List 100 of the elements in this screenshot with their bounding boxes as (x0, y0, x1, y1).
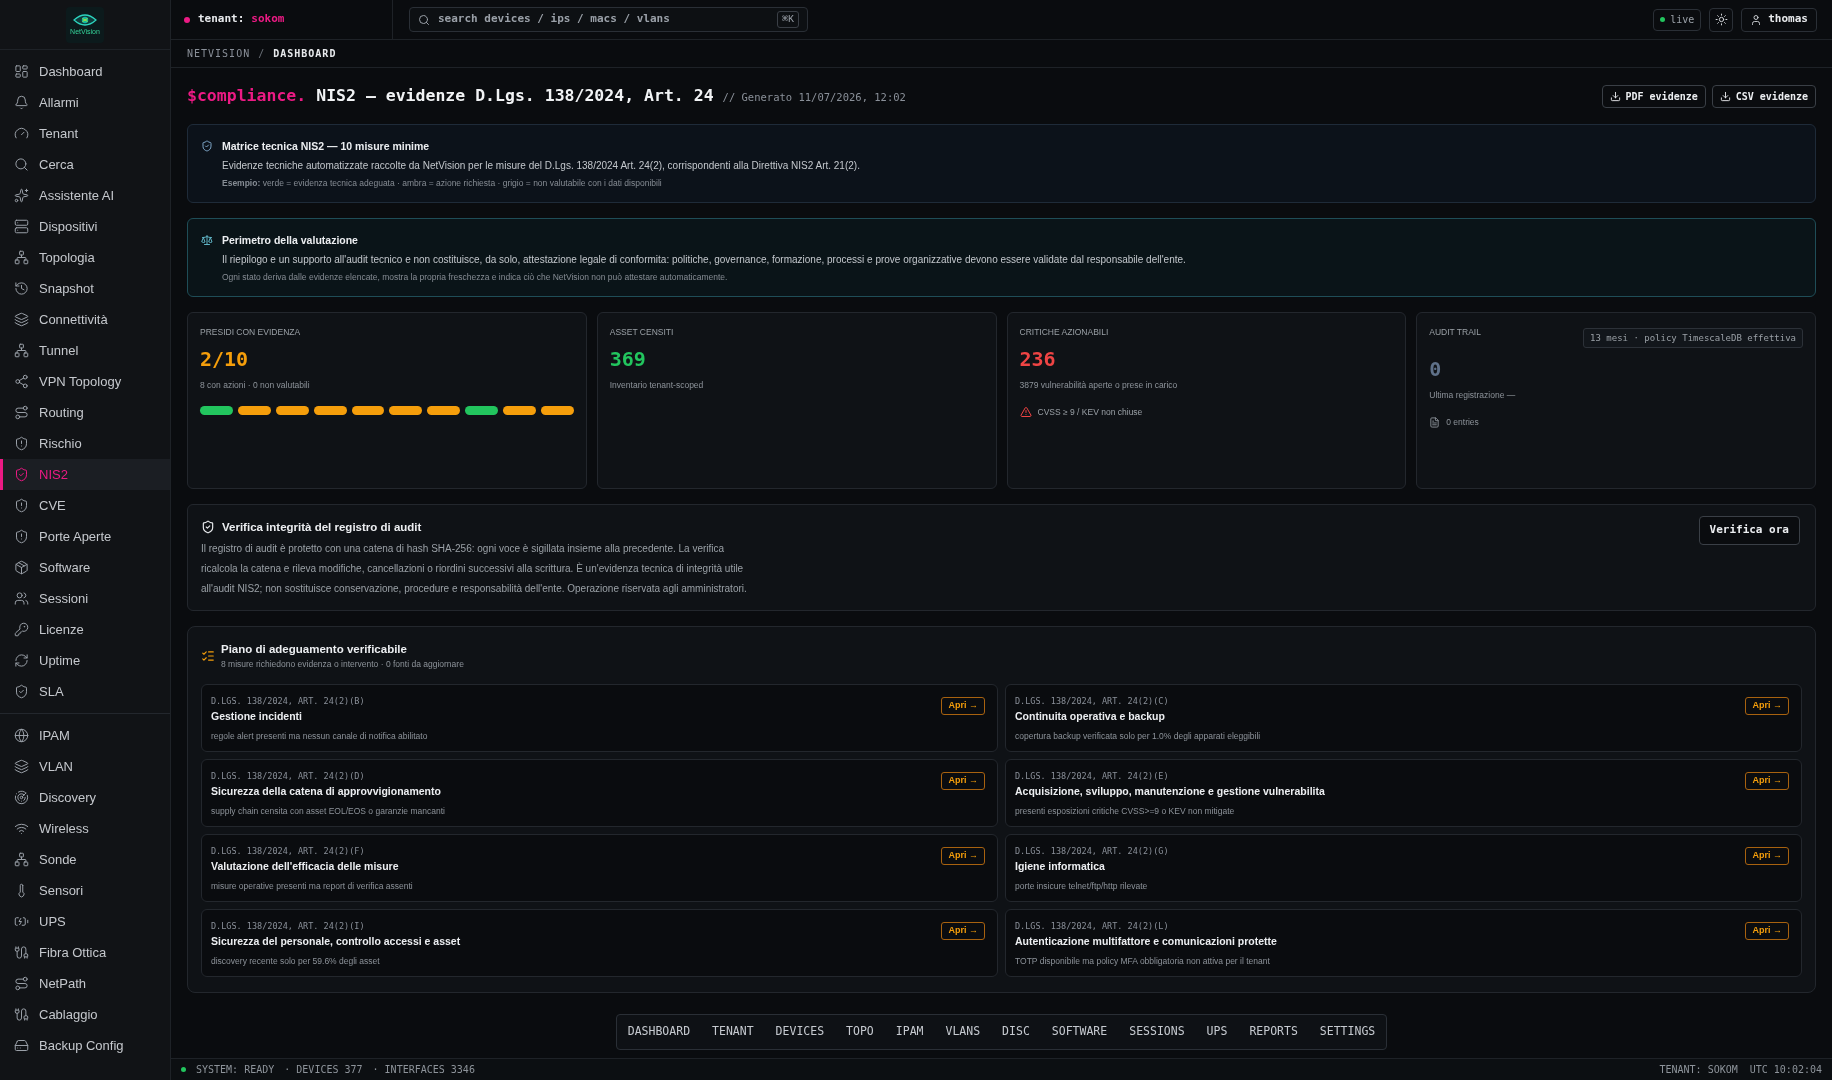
sidebar-item[interactable]: VPN Topology (0, 366, 170, 397)
measure-reference: D.LGS. 138/2024, ART. 24(2)(B) (211, 695, 366, 708)
sidebar-item[interactable]: UPS (0, 906, 170, 937)
sidebar-item[interactable]: Software (0, 552, 170, 583)
notice-text: Il riepilogo e un supporto all'audit tecnico e non costituisce, da solo, attestazione legale di conformita: politiche, governance, formazione, processi e prove organizzative devono essere validate dal responsabile dell'ente. (222, 253, 1186, 267)
scale-icon (201, 234, 213, 246)
sidebar-item[interactable]: Wireless (0, 813, 170, 844)
sidebar-item[interactable]: Topologia (0, 242, 170, 273)
eye-logo-icon (73, 13, 97, 27)
history-icon (14, 281, 29, 296)
sidebar-item[interactable]: Fibra Ottica (0, 937, 170, 968)
sidebar-item[interactable]: Porte Aperte (0, 521, 170, 552)
gauge-icon (14, 126, 29, 141)
sidebar-item[interactable]: Sonde (0, 844, 170, 875)
nav-tab[interactable]: SESSIONS (1118, 1015, 1196, 1049)
notice-text: Evidenze tecniche automatizzate raccolte da NetVision per le misure del D.Lgs. 138/2024 Art. 24(2), corrispondenti alla Direttiva NIS2 Art. 21(2). (222, 159, 860, 173)
sidebar-item[interactable]: NetPath (0, 968, 170, 999)
shield-check-icon (14, 467, 29, 482)
measure-title: Continuita operativa e backup (1015, 709, 1166, 724)
measure-title: Igiene informatica (1015, 859, 1106, 874)
sidebar-item[interactable]: Cablaggio (0, 999, 170, 1030)
breadcrumb-item[interactable]: NETVISION (187, 46, 251, 61)
measure-detail: TOTP disponibile ma policy MFA obbligatoria non attiva per il tenant (1015, 955, 1271, 968)
sidebar-item[interactable]: Uptime (0, 645, 170, 676)
sidebar-item[interactable]: Tunnel (0, 335, 170, 366)
sidebar-item[interactable]: NIS2 (0, 459, 170, 490)
sidebar-item[interactable]: Licenze (0, 614, 170, 645)
sidebar-item[interactable]: CVE (0, 490, 170, 521)
measure-reference: D.LGS. 138/2024, ART. 24(2)(C) (1015, 695, 1170, 708)
open-button[interactable]: Apri → (1745, 847, 1789, 865)
sidebar-item[interactable]: Rischio (0, 428, 170, 459)
search-icon (14, 157, 29, 172)
open-button[interactable]: Apri → (941, 922, 985, 940)
nav-tab[interactable]: UPS (1195, 1015, 1239, 1049)
sidebar-item[interactable]: Dashboard (0, 56, 170, 87)
nav-tab[interactable]: DEVICES (764, 1015, 836, 1049)
open-button[interactable]: Apri → (941, 847, 985, 865)
search-bar[interactable]: search devices / ips / macs / vlans ⌘K (409, 7, 808, 32)
verify-button[interactable]: Verifica ora (1698, 516, 1800, 545)
measure-detail: misure operative presenti ma report di verifica assenti (211, 880, 414, 893)
sidebar-item[interactable]: Discovery (0, 782, 170, 813)
nav-tab[interactable]: DISC (991, 1015, 1041, 1049)
share-icon (14, 374, 29, 389)
sidebar-item[interactable]: Tenant (0, 118, 170, 149)
page-title: NIS2 — evidenze D.Lgs. 138/2024, Art. 24 (316, 85, 714, 108)
panel-text: Il registro di audit è protetto con una catena di hash SHA-256: ogni voce è sigillata insieme alla precedente. La verifica ricalcola la catena e rileva modifiche, cancellazioni o riordini successivi alla scrittura. È un'evidenza tecnica di integrità utile all'audit NIS2; non sostituisce conservazione, procedure e responsabilità dell'ente. Operazione riservata agli amministratori. (201, 542, 748, 596)
open-button[interactable]: Apri → (941, 772, 985, 790)
layers-icon (14, 759, 29, 774)
measure-detail: regole alert presenti ma nessun canale di notifica abilitato (211, 730, 429, 743)
sidebar-item[interactable]: Sessioni (0, 583, 170, 614)
nav-tab[interactable]: SETTINGS (1308, 1015, 1387, 1049)
notice-note: Ogni stato deriva dalle evidenze elencate, mostra la propria freschezza e indica ciò che NetVision non può attestare automaticamente. (222, 271, 729, 284)
measure-detail: discovery recente solo per 59.6% degli asset (211, 955, 381, 968)
sidebar-item[interactable]: Sensori (0, 875, 170, 906)
nav-tab[interactable]: IPAM (884, 1015, 935, 1049)
shield-alert-icon (14, 436, 29, 451)
stat-value: 0 (1429, 356, 1443, 382)
measure-detail: supply chain censita con asset EOL/EOS o garanzie mancanti (211, 805, 446, 818)
tenant-name: sokom (251, 11, 285, 28)
measure-reference: D.LGS. 138/2024, ART. 24(2)(G) (1015, 845, 1170, 858)
network-icon (14, 343, 29, 358)
sidebar-item[interactable]: Dispositivi (0, 211, 170, 242)
sidebar-item[interactable]: Routing (0, 397, 170, 428)
theme-toggle-button[interactable] (1709, 7, 1734, 32)
status-text: · INTERFACES 3346 (372, 1063, 475, 1077)
user-button[interactable]: thomas (1741, 7, 1817, 32)
open-button[interactable]: Apri → (941, 697, 985, 715)
network-icon (14, 852, 29, 867)
sidebar-item[interactable]: SLA (0, 676, 170, 707)
download-button[interactable]: CSV evidenze (1711, 85, 1816, 108)
sidebar-item[interactable]: Assistente AI (0, 180, 170, 211)
nav-tab[interactable]: SOFTWARE (1040, 1015, 1119, 1049)
sidebar-item[interactable]: VLAN (0, 751, 170, 782)
nav-tab[interactable]: TENANT (701, 1015, 765, 1049)
sidebar-item[interactable]: Connettività (0, 304, 170, 335)
sidebar-item[interactable]: Allarmi (0, 87, 170, 118)
nav-tab[interactable]: DASHBOARD (616, 1015, 702, 1049)
tenant-label: tenant: (198, 11, 245, 28)
shield-check-icon (201, 520, 215, 534)
open-button[interactable]: Apri → (1745, 922, 1789, 940)
open-button[interactable]: Apri → (1745, 697, 1789, 715)
sidebar-item[interactable]: IPAM (0, 720, 170, 751)
stat-value: 2/10 (200, 346, 250, 372)
nav-tab[interactable]: REPORTS (1238, 1015, 1309, 1049)
download-button[interactable]: PDF evidenze (1601, 85, 1706, 108)
search-input[interactable]: search devices / ips / macs / vlans (438, 11, 769, 28)
sidebar-item[interactable]: Cerca (0, 149, 170, 180)
hard-drive-icon (14, 1038, 29, 1053)
sidebar-item[interactable]: Snapshot (0, 273, 170, 304)
nav-tab[interactable]: TOPO (835, 1015, 885, 1049)
sidebar-item[interactable]: Backup Config (0, 1030, 170, 1061)
open-button[interactable]: Apri → (1745, 772, 1789, 790)
list-checks-icon (201, 649, 215, 663)
measure-title: Gestione incidenti (211, 709, 303, 724)
notice-note: Esempio: verde = evidenza tecnica adeguata · ambra = azione richiesta · grigio = non valutabile con i dati disponibili (222, 177, 663, 190)
route-icon (14, 976, 29, 991)
panel-title: Verifica integrità del registro di audit (222, 520, 422, 535)
nav-tab[interactable]: VLANS (934, 1015, 992, 1049)
download-icon (1719, 91, 1731, 102)
server-icon (14, 219, 29, 234)
